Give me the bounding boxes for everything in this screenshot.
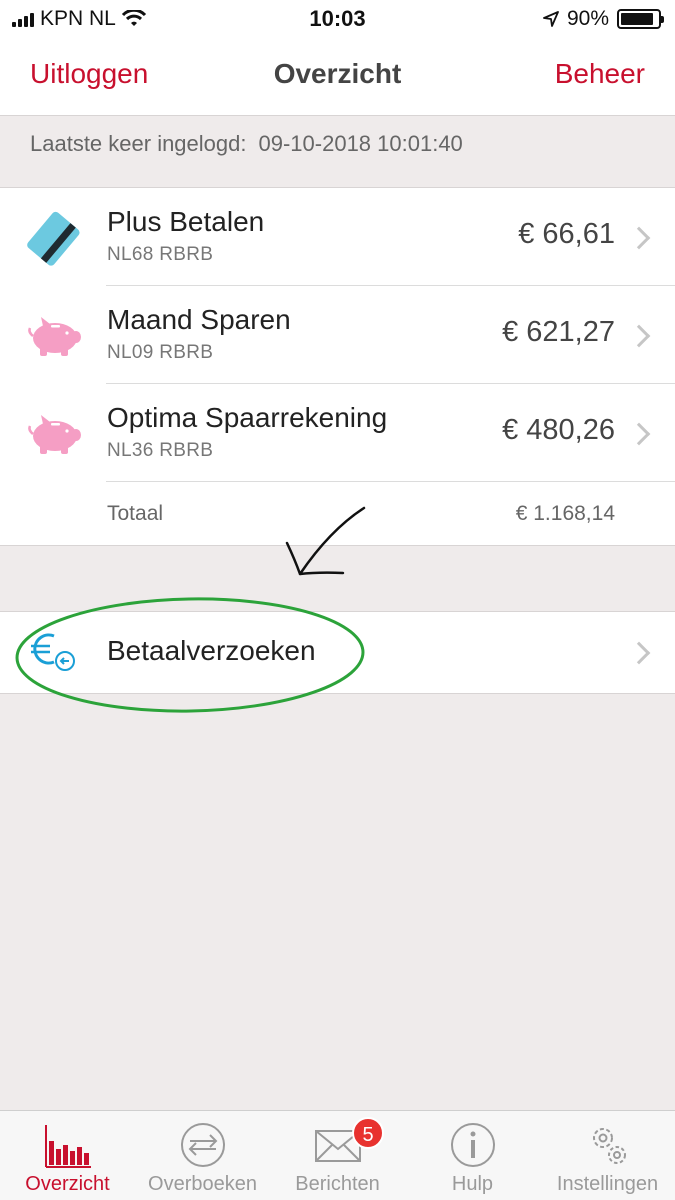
account-balance: € 621,27 — [502, 316, 615, 348]
status-right: 90% — [543, 7, 664, 31]
location-arrow-icon — [543, 11, 559, 27]
gears-icon — [592, 1128, 626, 1164]
account-name: Maand Sparen — [107, 304, 291, 335]
last-login-value: 09-10-2018 10:01:40 — [258, 131, 463, 156]
navigation-bar: Uitloggen Overzicht Beheer — [0, 38, 675, 116]
tab-instellingen[interactable]: Instellingen — [540, 1111, 675, 1200]
piggy-bank-icon — [28, 415, 81, 454]
total-row: Totaal € 1.168,14 — [0, 482, 675, 546]
unread-badge: 5 — [352, 1117, 384, 1149]
chevron-right-icon — [627, 324, 651, 348]
account-balance: € 480,26 — [502, 414, 615, 446]
tab-hulp[interactable]: Hulp — [405, 1111, 540, 1200]
debit-card-icon — [27, 211, 80, 266]
payment-requests-row[interactable]: Betaalverzoeken — [0, 611, 675, 694]
tab-label: Overzicht — [25, 1173, 110, 1195]
payment-requests-label: Betaalverzoeken — [107, 635, 316, 666]
tab-bar: Overzicht Overboeken 5 Berichten Hulp In… — [0, 1110, 675, 1200]
account-iban: NL09 RBRB — [107, 342, 214, 363]
account-iban: NL68 RBRB — [107, 244, 214, 265]
tab-berichten[interactable]: 5 Berichten — [270, 1111, 405, 1200]
total-label: Totaal — [107, 502, 164, 525]
account-iban: NL36 RBRB — [107, 440, 214, 461]
tab-overboeken[interactable]: Overboeken — [135, 1111, 270, 1200]
status-bar: KPN NL 10:03 90% — [0, 0, 675, 38]
account-row[interactable]: Maand Sparen NL09 RBRB € 621,27 — [0, 286, 675, 384]
tab-label: Hulp — [451, 1173, 494, 1195]
chevron-right-icon — [627, 641, 651, 665]
chevron-right-icon — [627, 422, 651, 446]
total-value: € 1.168,14 — [515, 502, 615, 525]
chevron-right-icon — [627, 226, 651, 250]
account-balance: € 66,61 — [518, 218, 615, 250]
bar-chart-icon — [44, 1125, 91, 1168]
info-icon — [450, 1123, 495, 1167]
accounts-list: Plus Betalen NL68 RBRB € 66,61 Maand Spa… — [0, 188, 675, 546]
last-login-info: Laatste keer ingelogd: 09-10-2018 10:01:4… — [0, 116, 675, 188]
piggy-bank-icon — [28, 317, 81, 356]
account-row[interactable]: Optima Spaarrekening NL36 RBRB € 480,26 — [0, 384, 675, 482]
account-row[interactable]: Plus Betalen NL68 RBRB € 66,61 — [0, 188, 675, 286]
transfer-icon — [180, 1123, 225, 1167]
battery-percent: 90% — [566, 7, 609, 30]
tab-label: Berichten — [295, 1173, 380, 1195]
account-name: Plus Betalen — [107, 206, 265, 237]
battery-icon — [617, 9, 664, 29]
tab-label: Instellingen — [556, 1173, 659, 1195]
logout-button[interactable]: Uitloggen — [30, 58, 148, 90]
last-login-label: Laatste keer ingelogd: — [30, 131, 247, 156]
manage-button[interactable]: Beheer — [555, 58, 645, 90]
tab-overzicht[interactable]: Overzicht — [0, 1111, 135, 1200]
tab-label: Overboeken — [148, 1173, 257, 1195]
account-name: Optima Spaarrekening — [107, 402, 388, 433]
euro-request-icon — [31, 633, 75, 671]
